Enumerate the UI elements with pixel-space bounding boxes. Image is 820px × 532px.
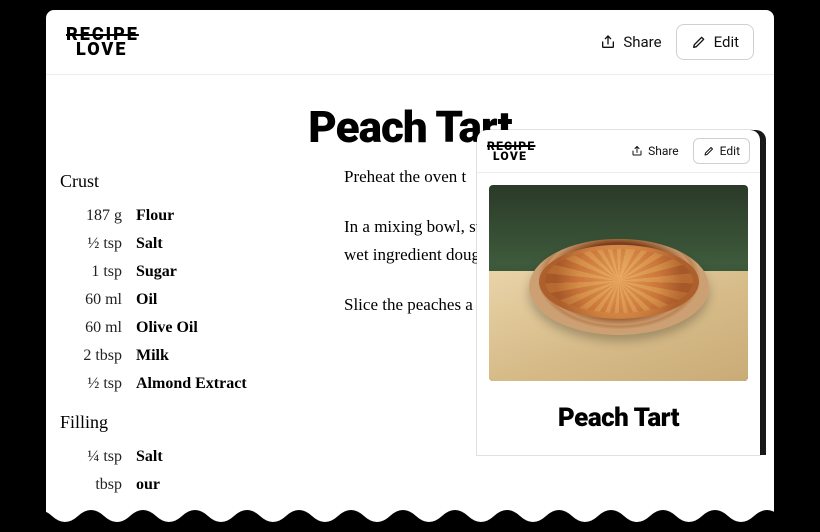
ingredient-qty: 60 ml	[60, 286, 122, 314]
ingredient-qty: 60 ml	[60, 314, 122, 342]
ingredient-name: Almond Extract	[136, 370, 247, 398]
share-icon	[600, 34, 616, 50]
ingredient-row: 187 g Flour	[60, 202, 310, 230]
ingredient-name: Salt	[136, 230, 163, 258]
logo: RECIPE LOVE	[66, 27, 139, 57]
ingredients-column: Crust 187 gFlour½ tspSalt1 tspSugar60 ml…	[60, 163, 310, 499]
ingredient-row: 1 tsp Sugar	[60, 258, 310, 286]
preview-card: RECIPE LOVE Share Edit	[477, 130, 760, 455]
ingredient-name: Olive Oil	[136, 314, 198, 342]
ingredient-row: ¼ tsp Salt	[60, 443, 310, 471]
share-label: Share	[648, 144, 679, 158]
ingredient-qty: ½ tsp	[60, 230, 122, 258]
ingredient-name: Salt	[136, 443, 163, 471]
share-icon	[631, 145, 643, 157]
card-topbar: RECIPE LOVE Share Edit	[477, 130, 760, 173]
ingredient-name: Flour	[136, 202, 174, 230]
card-edit-button[interactable]: Edit	[693, 138, 750, 164]
logo-line2: LOVE	[76, 42, 139, 57]
recipe-photo	[489, 185, 748, 381]
ingredient-name: our	[136, 471, 160, 499]
section-heading: Crust	[60, 171, 310, 192]
ingredient-name: Oil	[136, 286, 157, 314]
ingredient-list: 187 gFlour½ tspSalt1 tspSugar60 mlOil60 …	[60, 202, 310, 398]
ingredient-qty: tbsp	[60, 471, 122, 499]
ingredient-row: 2 tbsp Milk	[60, 342, 310, 370]
ingredient-name: Milk	[136, 342, 169, 370]
edit-label: Edit	[714, 33, 739, 51]
card-actions: Share Edit	[631, 138, 750, 164]
section-heading: Filling	[60, 412, 310, 433]
ingredient-row: ½ tsp Salt	[60, 230, 310, 258]
pencil-icon	[691, 34, 707, 50]
ingredient-row: ½ tsp Almond Extract	[60, 370, 310, 398]
card-title: Peach Tart	[489, 403, 748, 433]
logo-line2: LOVE	[493, 151, 535, 161]
ingredient-row: tbspour	[60, 471, 310, 499]
ingredient-qty: 2 tbsp	[60, 342, 122, 370]
share-label: Share	[623, 33, 661, 51]
ingredient-name: Sugar	[136, 258, 177, 286]
torn-edge	[0, 510, 820, 532]
ingredient-row: 60 ml Olive Oil	[60, 314, 310, 342]
actions: Share Edit	[600, 24, 754, 60]
pencil-icon	[703, 145, 715, 157]
ingredient-qty: ¼ tsp	[60, 443, 122, 471]
ingredient-qty: ½ tsp	[60, 370, 122, 398]
edit-label: Edit	[720, 144, 740, 158]
ingredient-list: ¼ tspSalttbspour	[60, 443, 310, 499]
card-share-button[interactable]: Share	[631, 144, 679, 158]
ingredient-qty: 1 tsp	[60, 258, 122, 286]
topbar: RECIPE LOVE Share Edit	[46, 10, 774, 75]
ingredient-qty: 187 g	[60, 202, 122, 230]
share-button[interactable]: Share	[600, 33, 661, 51]
ingredient-row: 60 ml Oil	[60, 286, 310, 314]
card-logo: RECIPE LOVE	[487, 141, 535, 160]
card-body: Peach Tart	[477, 173, 760, 433]
edit-button[interactable]: Edit	[676, 24, 754, 60]
